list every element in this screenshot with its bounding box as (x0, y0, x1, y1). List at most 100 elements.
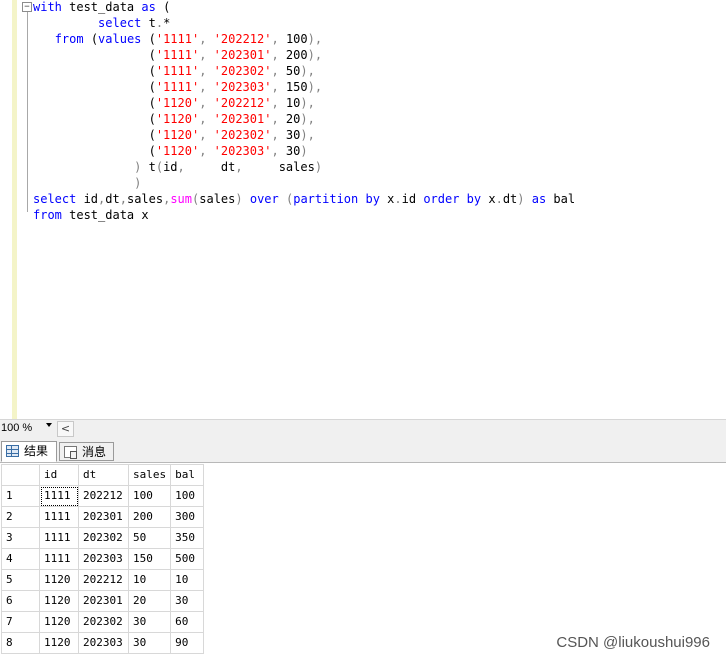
grid-cell[interactable]: 30 (170, 590, 205, 612)
grid-cell[interactable]: 202303 (78, 632, 129, 654)
grid-cell[interactable]: 150 (127, 548, 172, 570)
grid-cell[interactable]: 200 (127, 506, 172, 528)
tab-messages[interactable]: 消息 (59, 442, 114, 461)
scroll-left-button[interactable]: < (57, 421, 74, 437)
column-header-bal[interactable]: bal (170, 464, 205, 486)
grid-cell[interactable]: 202301 (78, 590, 129, 612)
table-row[interactable]: 8 1120 202303 30 90 (1, 632, 205, 654)
row-number-cell[interactable]: 7 (1, 611, 40, 633)
grid-cell[interactable]: 1120 (39, 632, 79, 654)
grid-cell[interactable]: 202302 (78, 611, 129, 633)
results-grid[interactable]: id dt sales bal 1 1111 202212 100 100 2 1111 20… (1, 464, 205, 654)
code-line[interactable]: from (values ('1111', '202212', 100), (33, 31, 575, 47)
code-line[interactable]: select id,dt,sales,sum(sales) over (part… (33, 191, 575, 207)
code-token: . (495, 192, 503, 206)
table-row[interactable]: 5 1120 202212 10 10 (1, 569, 205, 591)
row-number-cell[interactable]: 2 (1, 506, 40, 528)
row-number-cell[interactable]: 6 (1, 590, 40, 612)
code-token: ), (300, 64, 315, 78)
grid-cell[interactable]: 500 (170, 548, 205, 570)
grid-cell[interactable]: 1111 (39, 485, 79, 507)
code-line[interactable]: ) t(id, dt, sales) (33, 159, 575, 175)
grid-cell[interactable]: 100 (127, 485, 172, 507)
code-line[interactable]: with test_data as ( (33, 0, 575, 15)
code-token: , (271, 144, 279, 158)
code-token: ( (33, 144, 156, 158)
code-token: , (271, 80, 279, 94)
grid-cell[interactable]: 202302 (78, 527, 129, 549)
code-token: ), (307, 48, 323, 62)
code-line[interactable]: ('1120', '202302', 30), (33, 127, 575, 143)
table-row[interactable]: 4 1111 202303 150 500 (1, 548, 205, 570)
code-token: ), (307, 32, 323, 46)
collapse-icon[interactable]: − (22, 2, 32, 12)
column-header-dt[interactable]: dt (78, 464, 129, 486)
grid-cell[interactable]: 90 (170, 632, 205, 654)
corner-cell[interactable] (1, 464, 40, 486)
code-token: . (394, 192, 402, 206)
grid-cell[interactable]: 202303 (78, 548, 129, 570)
code-line[interactable]: ('1111', '202303', 150), (33, 79, 575, 95)
table-row[interactable]: 3 1111 202302 50 350 (1, 527, 205, 549)
tab-results[interactable]: 结果 (1, 441, 57, 462)
grid-cell[interactable]: 1111 (39, 548, 79, 570)
code-line[interactable]: from test_data x (33, 207, 575, 223)
code-line[interactable]: ) (33, 175, 575, 191)
row-number-cell[interactable]: 1 (1, 485, 40, 507)
code-token: ( (83, 32, 99, 46)
code-token: bal (546, 192, 576, 206)
code-token: '202212' (213, 32, 272, 46)
row-number-cell[interactable]: 3 (1, 527, 40, 549)
grid-cell[interactable]: 1120 (39, 590, 79, 612)
code-line[interactable]: select t.* (33, 15, 575, 31)
table-row[interactable]: 6 1120 202301 20 30 (1, 590, 205, 612)
code-token: 200 (278, 48, 308, 62)
column-header-id[interactable]: id (39, 464, 79, 486)
grid-cell[interactable]: 10 (170, 569, 205, 591)
row-number-cell[interactable]: 5 (1, 569, 40, 591)
grid-cell[interactable]: 100 (170, 485, 205, 507)
code-line[interactable]: ('1111', '202301', 200), (33, 47, 575, 63)
watermark: CSDN @liukoushui996 (556, 634, 710, 651)
table-row[interactable]: 1 1111 202212 100 100 (1, 485, 205, 507)
grid-cell[interactable]: 30 (127, 611, 172, 633)
code-line[interactable]: ('1111', '202302', 50), (33, 63, 575, 79)
row-number-cell[interactable]: 4 (1, 548, 40, 570)
code-token: '202302' (213, 64, 272, 78)
code-token: '1120' (155, 96, 200, 110)
grid-cell[interactable]: 350 (170, 527, 205, 549)
sql-editor[interactable]: − with test_data as ( select t.* from (v… (0, 0, 726, 419)
code-line[interactable]: ('1120', '202303', 30) (33, 143, 575, 159)
grid-cell[interactable]: 1120 (39, 569, 79, 591)
grid-cell[interactable]: 202212 (78, 569, 129, 591)
grid-cell[interactable]: 1120 (39, 611, 79, 633)
code-token: , (271, 48, 279, 62)
code-token: as (141, 0, 156, 14)
grid-cell[interactable]: 50 (127, 527, 172, 549)
chevron-down-icon[interactable] (46, 423, 52, 427)
grid-cell[interactable]: 1111 (39, 527, 79, 549)
table-row[interactable]: 7 1120 202302 30 60 (1, 611, 205, 633)
grid-cell[interactable]: 10 (127, 569, 172, 591)
grid-cell[interactable]: 60 (170, 611, 205, 633)
code-token: over (249, 192, 279, 206)
grid-cell[interactable]: 30 (127, 632, 172, 654)
column-header-sales[interactable]: sales (127, 464, 172, 486)
code-token: . (155, 16, 164, 30)
code-token: by (365, 192, 380, 206)
code-line[interactable]: ('1120', '202212', 10), (33, 95, 575, 111)
row-number-cell[interactable]: 8 (1, 632, 40, 654)
grid-cell[interactable]: 202212 (78, 485, 129, 507)
grid-cell[interactable]: 202301 (78, 506, 129, 528)
table-row[interactable]: 2 1111 202301 200 300 (1, 506, 205, 528)
code-text[interactable]: with test_data as ( select t.* from (val… (33, 0, 575, 223)
code-token: ), (300, 112, 315, 126)
grid-cell[interactable]: 20 (127, 590, 172, 612)
zoom-dropdown[interactable]: 100 % (0, 420, 57, 437)
grid-cell[interactable]: 300 (170, 506, 205, 528)
code-line[interactable]: ('1120', '202301', 20), (33, 111, 575, 127)
grid-cell[interactable]: 1111 (39, 506, 79, 528)
